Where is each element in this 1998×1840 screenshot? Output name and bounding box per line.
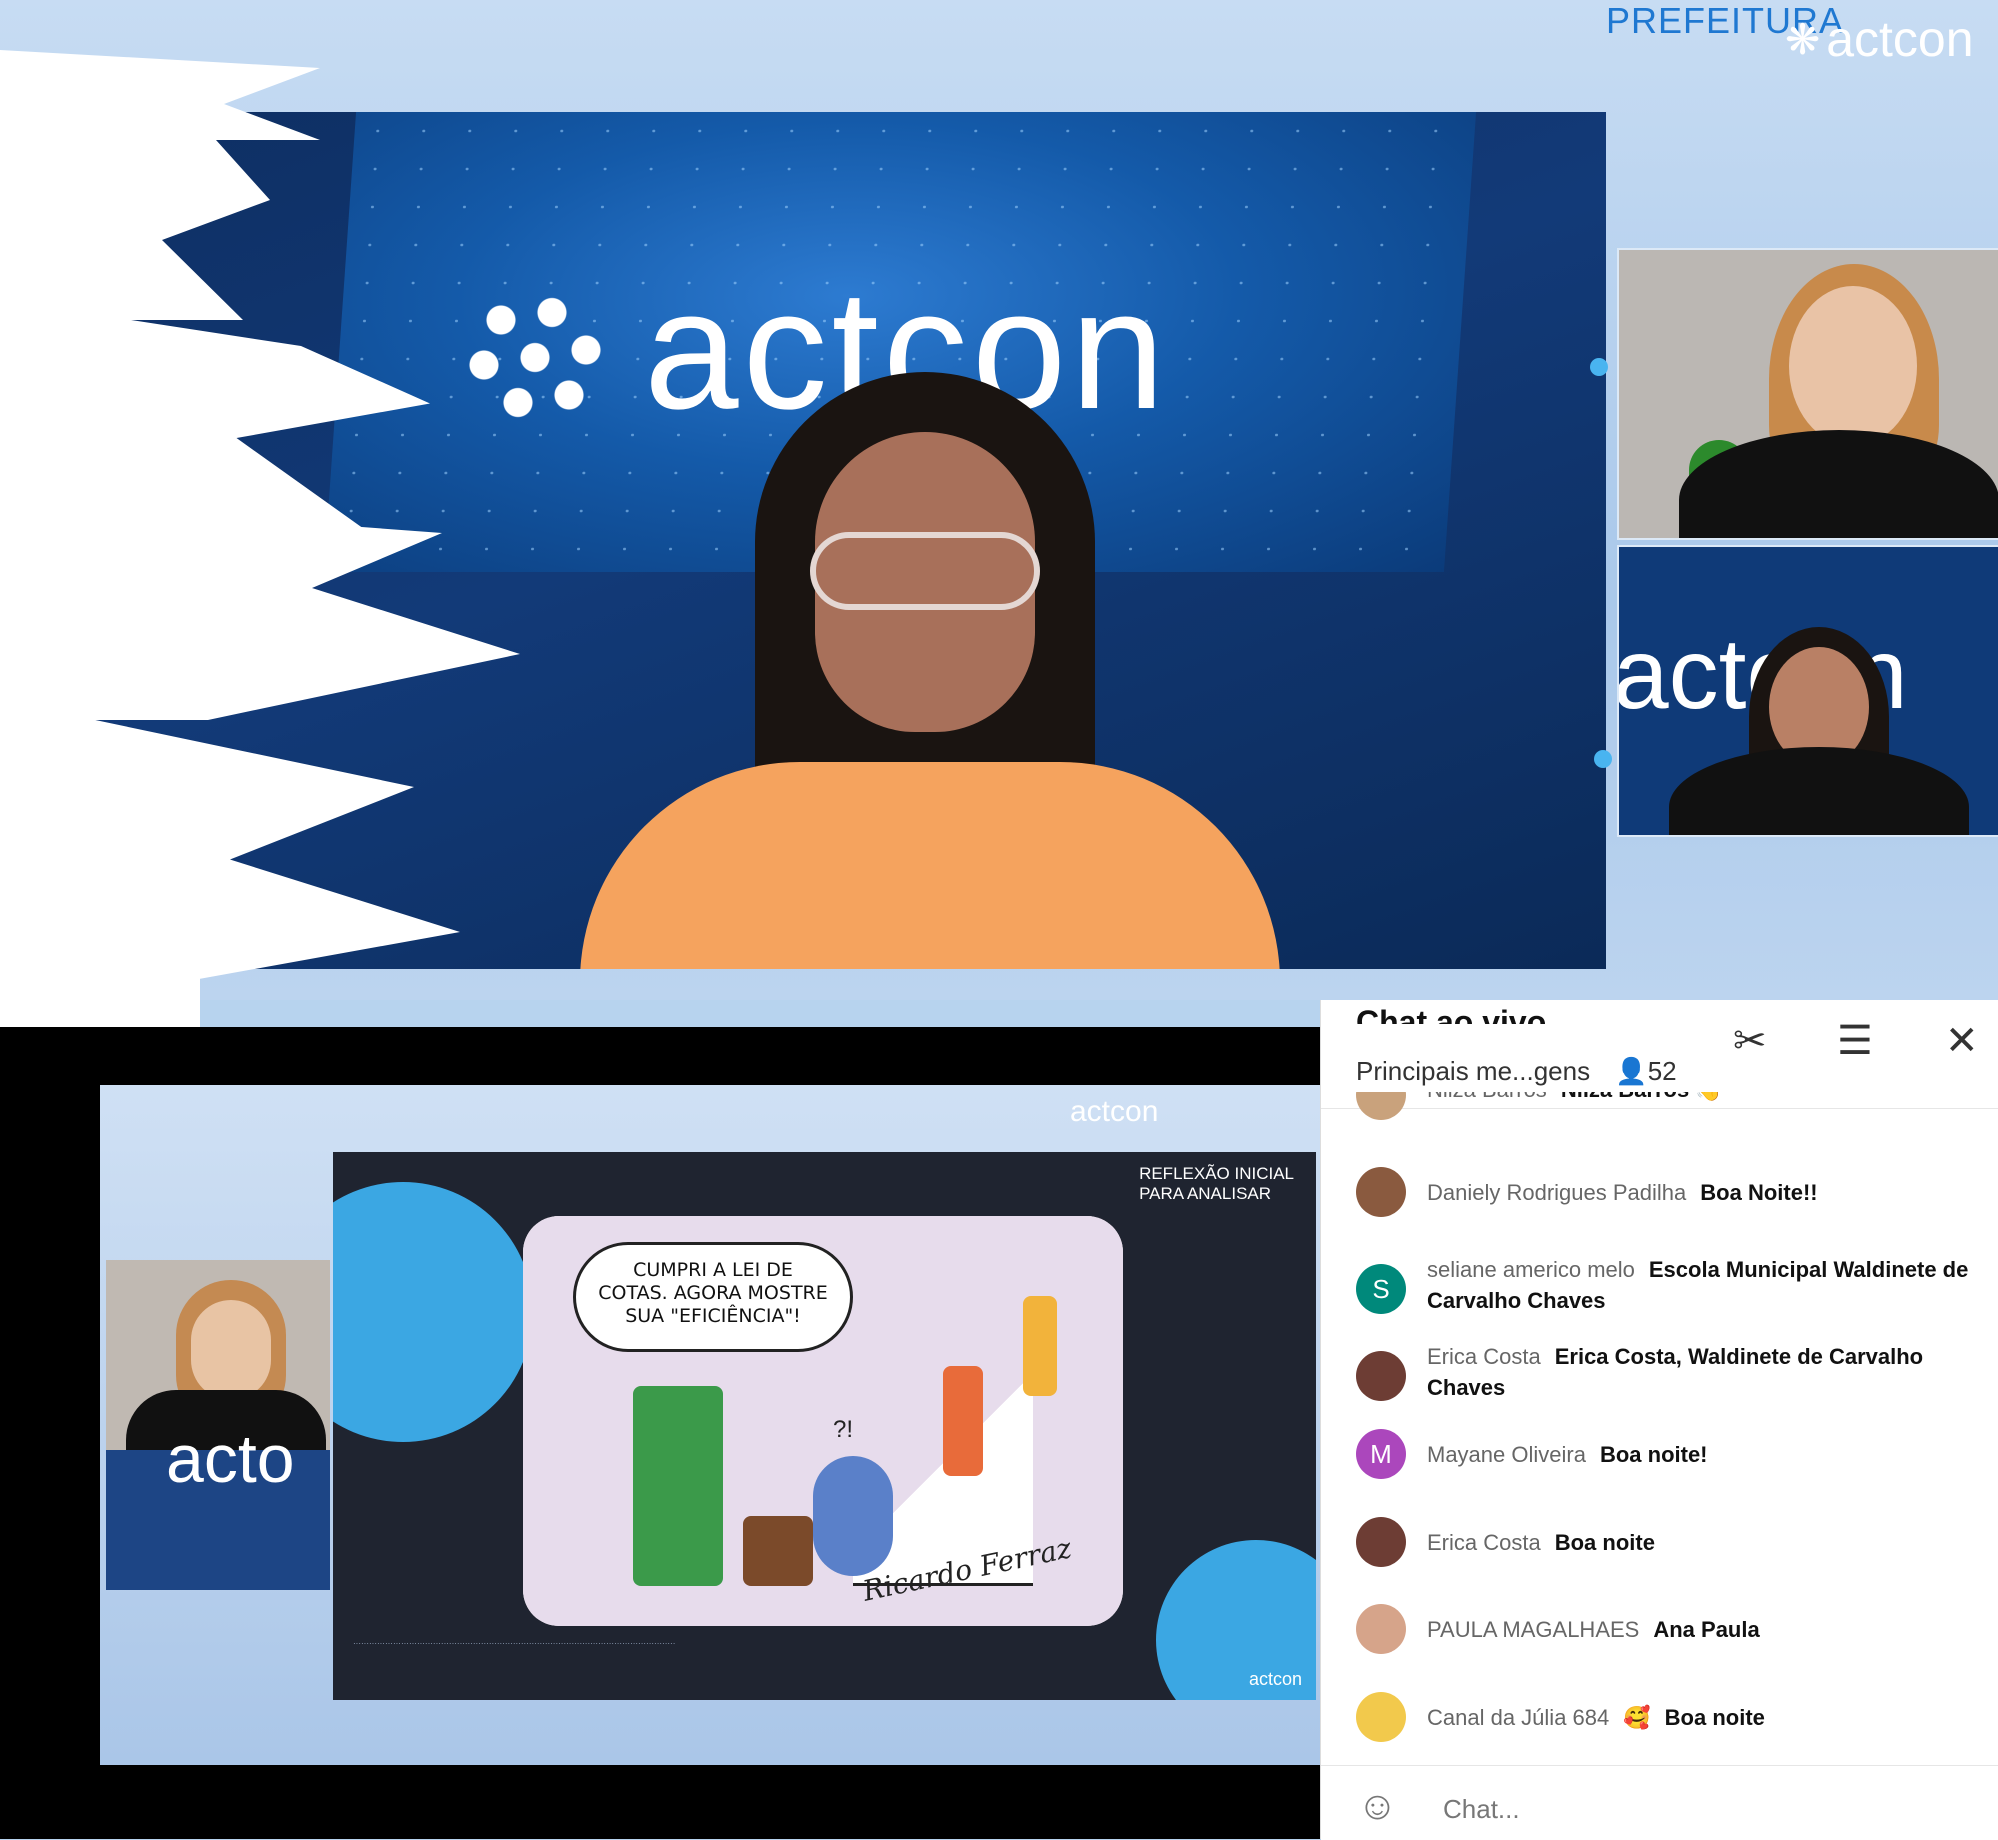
chat-author: seliane americo melo bbox=[1427, 1257, 1635, 1282]
chat-body: Boa noite bbox=[1554, 1530, 1655, 1555]
chat-message: PAULA MAGALHAES Ana Paula bbox=[1356, 1604, 1976, 1654]
chat-author: PAULA MAGALHAES bbox=[1427, 1617, 1640, 1642]
presenter-figure bbox=[540, 372, 1340, 969]
cartoon-man-figure bbox=[633, 1386, 723, 1586]
chat-body: Boa noite! bbox=[1599, 1442, 1708, 1467]
participant-thumbnail-2[interactable]: actcon bbox=[1617, 545, 1998, 837]
scissors-icon[interactable]: ✂ bbox=[1733, 1018, 1767, 1064]
smiley-icon[interactable]: ☺ bbox=[1357, 1784, 1398, 1829]
avatar bbox=[1356, 1692, 1406, 1742]
slide-bottom-brand: actcon bbox=[1248, 1669, 1302, 1689]
slide-footnote: ········································… bbox=[353, 1639, 676, 1648]
chat-input-bar: ☺ bbox=[1321, 1765, 1998, 1840]
participant-thumbnail-1[interactable] bbox=[1617, 248, 1998, 540]
viewer-count-value: 52 bbox=[1647, 1056, 1677, 1086]
chat-message: Canal da Júlia 684 🥰 Boa noite bbox=[1356, 1692, 1976, 1742]
avatar: M bbox=[1356, 1429, 1406, 1479]
cartoon-question-marks: ?! bbox=[833, 1416, 854, 1443]
side-face bbox=[191, 1300, 271, 1400]
chat-emoji: 👋 bbox=[1695, 1092, 1722, 1102]
avatar bbox=[1356, 1604, 1406, 1654]
chat-message-text: seliane americo melo Escola Municipal Wal… bbox=[1427, 1254, 1976, 1316]
chat-message-text: PAULA MAGALHAES Ana Paula bbox=[1427, 1604, 1976, 1645]
chat-message: Daniely Rodrigues Padilha Boa Noite!! bbox=[1356, 1167, 1976, 1217]
presenter-glasses bbox=[810, 532, 1040, 610]
side-brand-text: acto bbox=[166, 1421, 295, 1497]
sliders-icon[interactable]: ☰ bbox=[1837, 1018, 1873, 1064]
chat-message-text: Erica Costa Erica Costa, Waldinete de Car… bbox=[1427, 1341, 1976, 1403]
cartoon-briefcase bbox=[743, 1516, 813, 1586]
cartoon-climber-1 bbox=[943, 1366, 983, 1476]
presentation-slide: REFLEXÃO INICIAL PARA ANALISAR CUMPRI A … bbox=[333, 1152, 1316, 1700]
chat-body: Nilza Barros bbox=[1561, 1092, 1689, 1102]
cartoon-wheelchair-figure bbox=[813, 1456, 893, 1576]
chat-input[interactable] bbox=[1441, 1788, 1965, 1830]
edge-dot bbox=[1590, 358, 1608, 376]
chat-message-text: Daniely Rodrigues Padilha Boa Noite!! bbox=[1427, 1167, 1976, 1208]
chat-message-text: Nilza Barros Nilza Barros 👋 bbox=[1427, 1092, 1976, 1105]
chat-author: Erica Costa bbox=[1427, 1344, 1541, 1369]
chat-author: Erica Costa bbox=[1427, 1530, 1541, 1555]
presenter-body bbox=[580, 762, 1280, 969]
chat-message-text: Mayane Oliveira Boa noite! bbox=[1427, 1429, 1976, 1470]
chat-title: Chat ao vivo bbox=[1356, 1004, 1547, 1024]
avatar bbox=[1356, 1167, 1406, 1217]
cartoon-climber-2 bbox=[1023, 1296, 1057, 1396]
brand-globe-icon: ❋ bbox=[1785, 15, 1821, 63]
live-chat-panel: Chat ao vivo Principais me...gens 👤52 ✂ … bbox=[1320, 1000, 1998, 1840]
chat-author: Nilza Barros bbox=[1427, 1092, 1547, 1102]
close-icon[interactable]: ✕ bbox=[1945, 1018, 1979, 1064]
corner-brand-text: actcon bbox=[1826, 11, 1974, 67]
avatar bbox=[1356, 1517, 1406, 1567]
avatar bbox=[1356, 1092, 1406, 1120]
presenter-side-thumbnail[interactable]: acto bbox=[106, 1260, 330, 1590]
decor-blob bbox=[333, 1182, 533, 1442]
participant-face bbox=[1789, 286, 1917, 446]
speech-bubble: CUMPRI A LEI DE COTAS. AGORA MOSTRE SUA … bbox=[573, 1242, 853, 1352]
chat-body: Boa Noite!! bbox=[1700, 1180, 1818, 1205]
chat-body: Boa noite bbox=[1664, 1705, 1765, 1730]
chat-message: Erica Costa Boa noite bbox=[1356, 1517, 1976, 1567]
chat-mode-selector[interactable]: Principais me...gens 👤52 bbox=[1356, 1056, 1677, 1087]
chat-message-text: Erica Costa Boa noite bbox=[1427, 1517, 1976, 1558]
cartoon-image: CUMPRI A LEI DE COTAS. AGORA MOSTRE SUA … bbox=[523, 1216, 1123, 1626]
chat-message: S seliane americo melo Escola Municipal W… bbox=[1356, 1254, 1976, 1316]
chat-message: Erica Costa Erica Costa, Waldinete de Car… bbox=[1356, 1341, 1976, 1403]
chat-message: Nilza Barros Nilza Barros 👋 bbox=[1356, 1092, 1976, 1122]
interpreter-body bbox=[1669, 747, 1969, 835]
person-icon: 👤 bbox=[1615, 1056, 1648, 1086]
edge-dot bbox=[1594, 750, 1612, 768]
chat-mode-label: Principais me...gens bbox=[1356, 1056, 1591, 1086]
chat-message: M Mayane Oliveira Boa noite! bbox=[1356, 1429, 1976, 1479]
viewer-count: 👤52 bbox=[1615, 1056, 1676, 1086]
avatar: S bbox=[1356, 1264, 1406, 1314]
corner-brand-logo: ❋ actcon bbox=[1785, 10, 1974, 68]
chat-message-text: Canal da Júlia 684 🥰 Boa noite bbox=[1427, 1692, 1976, 1733]
chat-author: Mayane Oliveira bbox=[1427, 1442, 1586, 1467]
slide-title: REFLEXÃO INICIAL PARA ANALISAR bbox=[1139, 1164, 1294, 1203]
chat-author: Daniely Rodrigues Padilha bbox=[1427, 1180, 1687, 1205]
slide-top-brand: actcon bbox=[1070, 1095, 1159, 1128]
chat-author: Canal da Júlia 684 bbox=[1427, 1705, 1610, 1730]
chat-emoji: 🥰 bbox=[1623, 1705, 1651, 1730]
chat-body: Ana Paula bbox=[1653, 1617, 1760, 1642]
avatar bbox=[1356, 1351, 1406, 1401]
